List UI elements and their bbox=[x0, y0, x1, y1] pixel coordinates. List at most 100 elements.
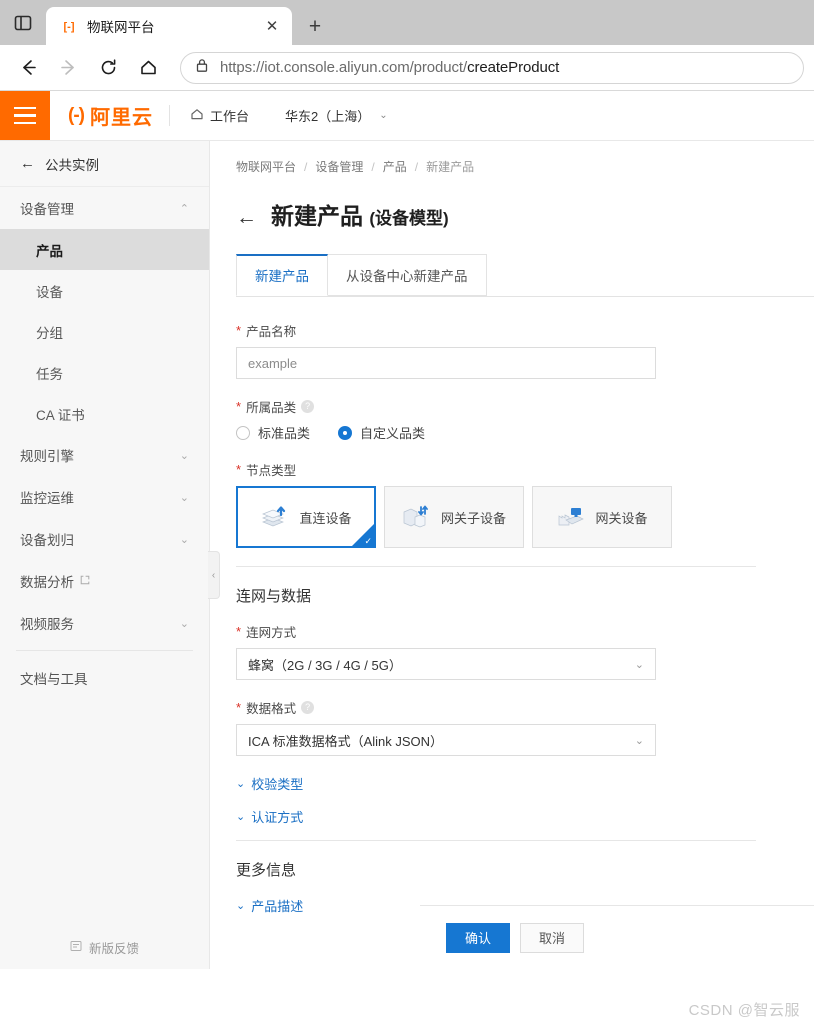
chevron-down-icon: ⌄ bbox=[236, 778, 246, 790]
breadcrumb-item-device-management[interactable]: 设备管理 bbox=[315, 158, 363, 175]
chevron-down-icon: ⌄ bbox=[236, 811, 246, 823]
new-tab-button[interactable]: + bbox=[298, 9, 332, 43]
chevron-down-icon: ⌄ bbox=[236, 900, 246, 912]
sidebar-item-data-analysis[interactable]: 数据分析 bbox=[0, 560, 209, 602]
sidebar-item-devices[interactable]: 设备 bbox=[0, 270, 209, 311]
close-icon[interactable]: ✕ bbox=[260, 14, 284, 38]
sidebar-back-label: 公共实例 bbox=[45, 157, 99, 173]
tab-bar: 新建产品 从设备中心新建产品 bbox=[236, 254, 814, 297]
sidebar-item-groups[interactable]: 分组 bbox=[0, 311, 209, 352]
back-icon[interactable] bbox=[10, 50, 46, 86]
sidebar-item-label: 文档与工具 bbox=[20, 672, 88, 687]
home-icon[interactable] bbox=[130, 50, 166, 86]
page-title-text: 新建产品 bbox=[271, 203, 363, 229]
question-icon[interactable]: ? bbox=[301, 701, 315, 714]
network-mode-label: * 连网方式 bbox=[236, 622, 788, 641]
reload-icon[interactable] bbox=[90, 50, 126, 86]
aliyun-logo[interactable]: (-) 阿里云 bbox=[50, 91, 167, 140]
sidebar-item-label: 产品 bbox=[36, 243, 63, 259]
region-label: 华东2（上海） bbox=[285, 109, 371, 124]
network-mode-select[interactable]: 蜂窝（2G / 3G / 4G / 5G） ⌄ bbox=[236, 648, 656, 680]
collapsible-authentication-method[interactable]: ⌄ 认证方式 bbox=[236, 807, 788, 826]
breadcrumb-item-products[interactable]: 产品 bbox=[383, 158, 407, 175]
node-type-card-direct-device[interactable]: 直连设备 ✓ bbox=[236, 486, 376, 548]
sidebar-item-tasks[interactable]: 任务 bbox=[0, 352, 209, 393]
label-text: 所属品类 bbox=[246, 401, 297, 415]
cancel-button[interactable]: 取消 bbox=[520, 922, 585, 953]
required-mark: * bbox=[236, 700, 242, 715]
question-icon[interactable]: ? bbox=[301, 400, 315, 413]
sidebar-feedback-label: 新版反馈 bbox=[88, 941, 139, 956]
data-format-select[interactable]: ICA 标准数据格式（Alink JSON） ⌄ bbox=[236, 724, 656, 756]
tab-create-product[interactable]: 新建产品 bbox=[236, 254, 328, 296]
sidebar-item-label: 数据分析 bbox=[20, 575, 74, 590]
collapsible-label: 认证方式 bbox=[251, 810, 304, 825]
radio-dot bbox=[338, 425, 353, 440]
browser-toolbar: https://iot.console.aliyun.com/product/c… bbox=[0, 45, 814, 90]
product-name-label: * 产品名称 bbox=[236, 321, 788, 340]
chevron-down-icon: ⌄ bbox=[179, 533, 189, 546]
forward-icon[interactable] bbox=[50, 50, 86, 86]
section-divider bbox=[236, 566, 756, 567]
lock-icon bbox=[195, 58, 209, 78]
svg-text:[-]: [-] bbox=[64, 21, 75, 33]
back-arrow-icon: ← bbox=[20, 155, 35, 172]
field-product-name: * 产品名称 example bbox=[236, 321, 788, 379]
node-type-label: 网关设备 bbox=[595, 510, 648, 526]
sidebar-item-label: CA 证书 bbox=[36, 407, 85, 423]
radio-custom-category[interactable]: 自定义品类 bbox=[338, 423, 425, 442]
sidebar-group-rules-engine[interactable]: 规则引擎 ⌄ bbox=[0, 434, 209, 476]
sidebar-item-docs-and-tools[interactable]: 文档与工具 bbox=[0, 657, 209, 699]
node-type-card-gateway-subdevice[interactable]: 网关子设备 bbox=[384, 486, 524, 548]
sidebar-group-video-service[interactable]: 视频服务 ⌄ bbox=[0, 602, 209, 644]
breadcrumb-item-create-product: 新建产品 bbox=[426, 160, 475, 174]
sidebar-item-products[interactable]: 产品 bbox=[0, 229, 209, 270]
confirm-button[interactable]: 确认 bbox=[446, 922, 511, 953]
app-body: ← 公共实例 设备管理 ⌃ 产品 设备 分组 任务 CA 证书 规则引擎 ⌄ 监… bbox=[0, 141, 814, 969]
required-mark: * bbox=[236, 462, 242, 477]
tab-create-from-device-center[interactable]: 从设备中心新建产品 bbox=[327, 254, 487, 296]
field-category: * 所属品类 ? 标准品类 自定义品类 bbox=[236, 397, 788, 442]
node-type-card-gateway-device[interactable]: 网关设备 bbox=[532, 486, 672, 548]
sidebar-feedback-button[interactable]: 新版反馈 bbox=[0, 925, 209, 969]
page-back-arrow-icon[interactable]: ← bbox=[236, 207, 257, 228]
sidebar-group-label: 规则引擎 bbox=[20, 449, 74, 464]
browser-tab[interactable]: [-] 物联网平台 ✕ bbox=[46, 7, 292, 45]
sidebar-group-label: 监控运维 bbox=[20, 491, 74, 506]
data-format-value: ICA 标准数据格式（Alink JSON） bbox=[248, 733, 444, 749]
gateway-device-icon bbox=[556, 503, 586, 531]
collapsible-verification-type[interactable]: ⌄ 校验类型 bbox=[236, 774, 788, 793]
sidebar-group-device-management[interactable]: 设备管理 ⌃ bbox=[0, 187, 209, 229]
aliyun-logo-mark: (-) bbox=[68, 104, 85, 126]
address-bar[interactable]: https://iot.console.aliyun.com/product/c… bbox=[180, 51, 804, 84]
breadcrumb-item-iot-platform[interactable]: 物联网平台 bbox=[236, 158, 296, 175]
sidebar-group-monitoring[interactable]: 监控运维 ⌄ bbox=[0, 476, 209, 518]
section-title-network-and-data: 连网与数据 bbox=[236, 588, 312, 605]
radio-dot bbox=[236, 425, 250, 440]
external-link-icon bbox=[80, 575, 90, 588]
sidebar-group-device-allocation[interactable]: 设备划归 ⌄ bbox=[0, 518, 209, 560]
chevron-down-icon: ⌄ bbox=[179, 617, 189, 630]
required-mark: * bbox=[236, 399, 242, 414]
aliyun-logo-text: 阿里云 bbox=[89, 107, 153, 129]
breadcrumb-separator: / bbox=[371, 159, 375, 174]
node-type-label: 网关子设备 bbox=[440, 510, 506, 526]
breadcrumb-separator: / bbox=[414, 159, 419, 174]
sidebar-collapse-handle[interactable]: ‹ bbox=[208, 551, 220, 599]
sidebar-item-label: 设备 bbox=[36, 284, 63, 300]
section-divider bbox=[236, 840, 756, 841]
region-selector[interactable]: 华东2（上海） ⌄ bbox=[271, 100, 402, 131]
radio-label: 标准品类 bbox=[258, 426, 311, 441]
sidebar-item-ca-certificates[interactable]: CA 证书 bbox=[0, 393, 209, 434]
panel-icon[interactable] bbox=[0, 0, 46, 45]
radio-standard-category[interactable]: 标准品类 bbox=[236, 423, 310, 442]
form-footer: 确认 取消 bbox=[420, 905, 814, 969]
sidebar-back-public-instance[interactable]: ← 公共实例 bbox=[0, 141, 209, 187]
field-node-type: * 节点类型 直连设备 ✓ 网关子设备 网关设备 bbox=[236, 460, 788, 548]
hamburger-icon[interactable] bbox=[0, 91, 50, 140]
home-icon bbox=[190, 107, 204, 124]
watermark: CSDN @智云服 bbox=[688, 1002, 800, 1019]
workbench-button[interactable]: 工作台 bbox=[176, 100, 263, 131]
product-name-input[interactable]: example bbox=[236, 347, 656, 379]
header-divider bbox=[168, 105, 170, 126]
